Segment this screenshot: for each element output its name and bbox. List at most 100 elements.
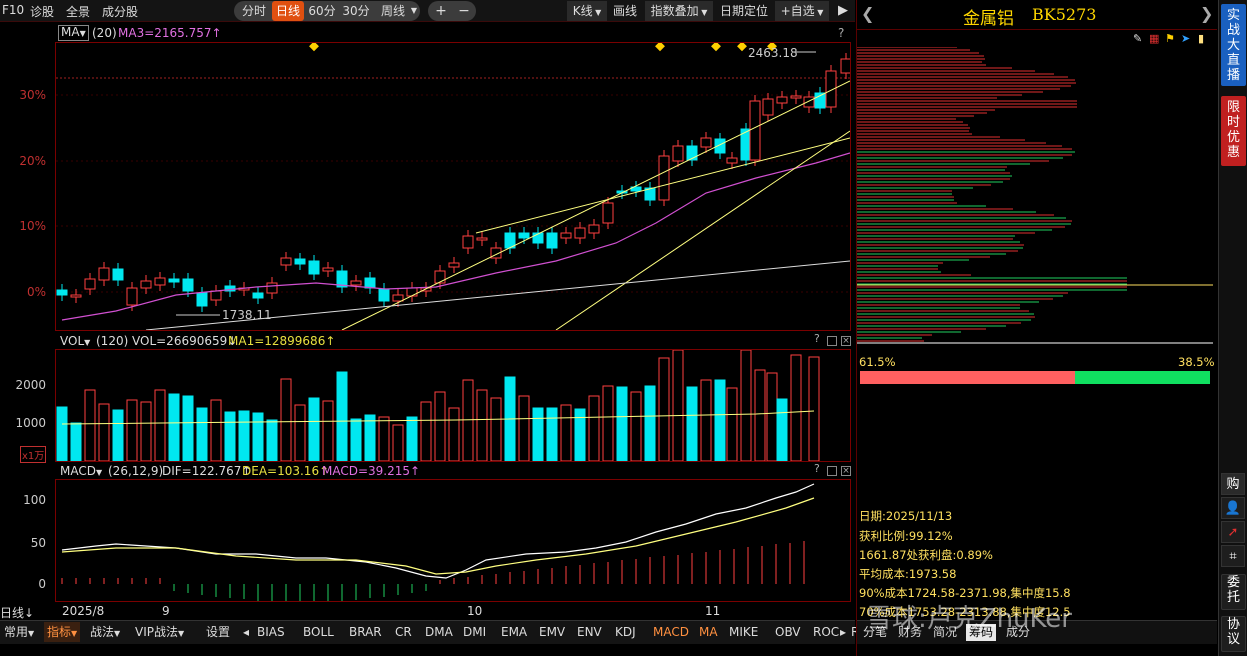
candle-body [322,267,334,272]
x-date-label: 9 [162,604,170,618]
indicator-tab-dmi[interactable]: DMI [463,622,486,642]
zoom-in-icon[interactable]: + [432,1,450,21]
tab-period-daily[interactable]: 日线 [272,1,304,21]
tab-period-minute[interactable]: 分时 [238,1,270,21]
volume-bar [672,350,684,461]
chip-distribution-chart[interactable] [857,47,1215,347]
chevron-down-icon: ▼ [79,29,86,38]
f10-button[interactable]: F10 [2,3,24,17]
menu-strategy[interactable]: 战法▼ [90,622,120,642]
candle-body [602,202,614,224]
indicator-tab-boll[interactable]: BOLL [303,622,334,642]
volume-bar [56,406,68,461]
zoom-out-icon[interactable]: − [455,1,473,21]
constituents-button[interactable]: 成分股 [102,3,138,20]
volume-bar [754,369,766,461]
indicator-tab-kdj[interactable]: KDJ [615,622,636,642]
tab-period-30m[interactable]: 30分 [340,1,372,21]
candle-body [98,267,110,281]
volume-params: (120) [96,334,129,348]
draw-line-button[interactable]: 画线 [610,1,640,21]
order-button[interactable]: 委托 [1221,574,1246,610]
user-icon[interactable]: 👤 [1221,497,1245,519]
maximize-icon[interactable] [827,336,837,346]
help-icon[interactable]: ? [814,463,820,475]
protocol-button[interactable]: 协议 [1221,616,1246,652]
macd-dif-readout: DIF=122.767↑ [162,464,252,478]
period-dropdown-icon[interactable]: ▼ [409,1,419,21]
next-stock-icon[interactable]: ❯ [1200,4,1213,23]
volume-bar [686,386,698,461]
indicator-tab-ma[interactable]: MA [699,622,718,642]
volume-bar [350,418,362,461]
flag-icon[interactable]: ⚑ [1165,32,1175,45]
candle-body [154,277,166,286]
macd-chart[interactable] [56,480,850,601]
pen-icon[interactable]: ✎ [1133,32,1142,45]
volume-bar [448,407,460,461]
indicator-tab-macd[interactable]: MACD [653,622,689,642]
live-broadcast-button[interactable]: 实战大直播 [1221,4,1246,86]
indicator-tab-mike[interactable]: MIKE [729,622,758,642]
panorama-button[interactable]: 全景 [66,3,90,20]
indicator-tab-cr[interactable]: CR [395,622,412,642]
indicator-tab-brar[interactable]: BRAR [349,622,382,642]
panel-title: 金属铝 [963,9,1014,29]
candle-body [378,288,390,302]
volume-indicator-selector[interactable]: VOL▼ [60,334,90,348]
indicator-tab-dma[interactable]: DMA [425,622,453,642]
promo-button[interactable]: 限时优惠 [1221,96,1246,166]
add-watchlist-button[interactable]: +自选 ▼ [775,1,829,21]
info-profit-at-price: 1661.87处获利盘:0.89% [859,548,993,562]
menu-common[interactable]: 常用▼ [4,622,34,642]
candle-body [56,289,68,296]
date-locate-button[interactable]: 日期定位 [717,1,771,21]
indicator-tab-env[interactable]: ENV [577,622,602,642]
volume-chart[interactable] [56,350,850,461]
menu-indicator[interactable]: 指标▼ [44,622,81,642]
indicator-tab-obv[interactable]: OBV [775,622,801,642]
tab-period-60m[interactable]: 60分 [306,1,338,21]
indicator-tab-ema[interactable]: EMA [501,622,527,642]
volume-bar [518,395,530,461]
crop-icon[interactable]: ⌗ [1221,545,1245,567]
tag-icon[interactable]: ▮ [1198,32,1204,45]
volume-bar [616,386,628,461]
volume-bar [70,422,82,461]
volume-bar [658,357,670,461]
buy-button[interactable]: 购 [1221,473,1245,495]
help-icon[interactable]: ? [814,333,820,345]
grid-icon[interactable]: ▦ [1149,32,1159,45]
x-axis-period[interactable]: 日线↓ [0,604,34,621]
indicator-tab-emv[interactable]: EMV [539,622,565,642]
maximize-icon[interactable] [827,466,837,476]
scroll-right-icon[interactable]: ▸ [840,622,846,642]
index-overlay-button[interactable]: 指数叠加 ▼ [645,1,713,21]
volume-bar [168,393,180,461]
volume-bar [560,404,572,461]
rocket-icon[interactable]: ➚ [1221,521,1245,543]
menu-vip-strategy[interactable]: VIP战法▼ [135,622,184,642]
collapse-panel-icon[interactable]: ▶ [833,1,853,21]
macd-indicator-selector[interactable]: MACD▼ [60,464,102,478]
candle-body [308,260,320,275]
candlestick-chart[interactable]: 2463.18 1738.11 [56,43,850,330]
prev-stock-icon[interactable]: ❮ [861,4,874,23]
scroll-left-icon[interactable]: ◂ [243,622,249,642]
macd-dea-line [61,497,815,575]
indicator-selector[interactable]: MA▼ [58,25,89,41]
volume-bar [112,409,124,461]
close-icon[interactable]: × [841,466,851,476]
y-tick: 20% [19,154,46,168]
volume-bar [588,395,600,461]
help-icon[interactable]: ? [838,26,844,40]
close-icon[interactable]: × [841,336,851,346]
candle-body [70,294,82,298]
kline-type-button[interactable]: K线 ▼ [567,1,607,21]
diagnose-button[interactable]: 诊股 [30,3,54,20]
arrow-icon[interactable]: ➤ [1181,32,1190,45]
menu-settings[interactable]: 设置 [206,622,230,642]
indicator-tab-roc[interactable]: ROC [813,622,839,642]
indicator-tab-bias[interactable]: BIAS [257,622,285,642]
tab-period-weekly[interactable]: 周线 [376,1,410,21]
